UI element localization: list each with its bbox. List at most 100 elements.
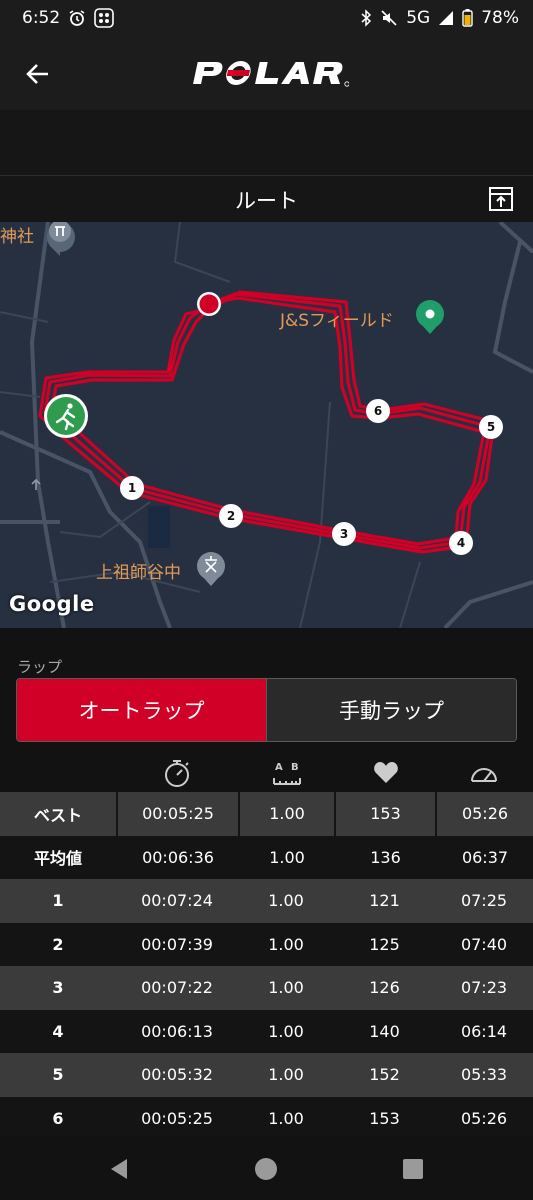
status-time: 6:52 <box>22 8 61 28</box>
lap-mode-toggle: オートラップ 手動ラップ <box>16 678 517 742</box>
lap-label: 4 <box>52 1021 64 1041</box>
lap-time: 00:05:32 <box>141 1065 213 1085</box>
lap-row[interactable]: 3 00:07:22 1.00 126 07:23 <box>0 966 533 1010</box>
map-canvas: 1 2 3 4 5 6 <box>0 222 533 628</box>
svg-text:B: B <box>291 762 299 773</box>
stopwatch-icon <box>162 758 192 788</box>
lap-pace: 07:40 <box>460 934 508 954</box>
laps-caption: ラップ <box>17 658 63 676</box>
lap-pace: 07:25 <box>460 891 508 911</box>
lap-marker-6[interactable]: 6 <box>366 399 390 423</box>
map-label-shrine: 神社 <box>0 227 34 247</box>
lap-time: 00:06:13 <box>141 1021 213 1041</box>
nav-home-icon <box>255 1158 277 1180</box>
lap-heart-rate: 140 <box>369 1021 400 1041</box>
lap-time: 00:06:36 <box>116 835 238 879</box>
lap-label: ベスト <box>0 792 116 836</box>
system-nav-bar <box>0 1136 533 1200</box>
lap-heart-rate: 136 <box>334 835 435 879</box>
nav-back-icon <box>111 1159 127 1179</box>
lap-marker-3[interactable]: 3 <box>332 522 356 546</box>
lap-label: 6 <box>52 1108 64 1128</box>
lap-distance: 1.00 <box>268 934 304 954</box>
lap-row[interactable]: 6 00:05:25 1.00 153 05:26 <box>0 1096 533 1140</box>
pace-icon <box>469 758 499 788</box>
status-bar: 6:52 5G 78% <box>0 0 533 36</box>
lap-heart-rate: 126 <box>369 978 400 998</box>
lap-marker-3-label: 3 <box>340 527 348 541</box>
lap-label: 平均値 <box>0 835 116 879</box>
battery-percent: 78% <box>481 8 519 28</box>
shrine-poi-icon <box>47 222 75 256</box>
route-title: ルート <box>235 189 298 213</box>
app-bar: POLAR <box>0 36 533 110</box>
heart-icon <box>371 758 401 788</box>
lap-row[interactable]: 2 00:07:39 1.00 125 07:40 <box>0 922 533 966</box>
lap-marker-1[interactable]: 1 <box>120 476 144 500</box>
lap-marker-1-label: 1 <box>128 481 136 495</box>
lap-time: 00:05:25 <box>141 1108 213 1128</box>
signal-icon <box>438 10 454 26</box>
network-type: 5G <box>406 8 431 28</box>
lap-heart-rate: 153 <box>334 792 435 836</box>
lap-pace: 05:26 <box>460 1108 508 1128</box>
lap-pace: 05:33 <box>460 1065 508 1085</box>
nav-recents-icon <box>403 1159 423 1179</box>
lap-row[interactable]: 4 00:06:13 1.00 140 06:14 <box>0 1009 533 1053</box>
water-area <box>148 506 170 548</box>
lap-distance: 1.00 <box>268 891 304 911</box>
road-minor-5 <box>399 561 421 628</box>
nav-home-button[interactable] <box>253 1156 279 1182</box>
nav-back-button[interactable] <box>106 1156 132 1182</box>
battery-icon <box>462 9 473 27</box>
lap-label: 1 <box>52 891 64 911</box>
expand-map-icon <box>489 187 513 211</box>
back-arrow-icon <box>26 64 48 84</box>
mute-icon <box>380 9 398 27</box>
lap-row[interactable]: 5 00:05:32 1.00 152 05:33 <box>0 1053 533 1097</box>
route-map[interactable]: 1 2 3 4 5 6 神社 J&Sフィールド 上祖師谷中 Google <box>0 222 533 628</box>
route-header: ルート <box>0 176 533 222</box>
header-spacer <box>0 110 533 176</box>
lap-marker-2-label: 2 <box>227 509 235 523</box>
auto-lap-tab[interactable]: オートラップ <box>17 679 266 741</box>
lap-pace: 06:14 <box>460 1021 508 1041</box>
distance-icon: AB <box>272 758 302 788</box>
alarm-icon <box>68 9 86 27</box>
lap-distance: 1.00 <box>238 835 334 879</box>
start-marker-icon <box>44 394 88 438</box>
lap-marker-6-label: 6 <box>374 404 382 418</box>
polar-logo: POLAR <box>189 56 349 90</box>
road-minor-4 <box>299 401 331 628</box>
map-label-field: J&Sフィールド <box>280 311 394 331</box>
lap-heart-rate: 125 <box>369 934 400 954</box>
road-southeast <box>443 580 533 628</box>
lap-distance: 1.00 <box>268 1065 304 1085</box>
lap-label: 2 <box>52 934 64 954</box>
road-minor-6 <box>173 222 231 283</box>
lap-marker-2[interactable]: 2 <box>219 504 243 528</box>
lap-distance: 1.00 <box>268 978 304 998</box>
lap-time: 00:05:25 <box>116 792 238 836</box>
lap-heart-rate: 152 <box>369 1065 400 1085</box>
lap-marker-5[interactable]: 5 <box>479 415 503 439</box>
back-button[interactable] <box>18 54 58 94</box>
lap-marker-4[interactable]: 4 <box>449 531 473 555</box>
road-minor-2 <box>59 501 151 539</box>
nav-recents-button[interactable] <box>400 1156 426 1182</box>
expand-map-button[interactable] <box>488 186 514 212</box>
manual-lap-tab[interactable]: 手動ラップ <box>266 679 516 741</box>
end-marker-dot <box>199 294 219 314</box>
lap-time: 00:07:24 <box>141 891 213 911</box>
field-poi-icon <box>416 300 444 334</box>
lap-row-best: ベスト 00:05:25 1.00 153 05:26 <box>0 792 533 836</box>
lap-distance: 1.00 <box>238 792 334 836</box>
road-east <box>492 241 533 374</box>
lap-pace: 07:23 <box>460 978 508 998</box>
google-attribution[interactable]: Google <box>9 592 95 616</box>
lap-time: 00:07:39 <box>141 934 213 954</box>
lap-row[interactable]: 1 00:07:24 1.00 121 07:25 <box>0 879 533 923</box>
school-poi-icon <box>197 552 225 586</box>
lap-pace: 05:26 <box>435 792 533 836</box>
road-northeast <box>498 222 533 254</box>
